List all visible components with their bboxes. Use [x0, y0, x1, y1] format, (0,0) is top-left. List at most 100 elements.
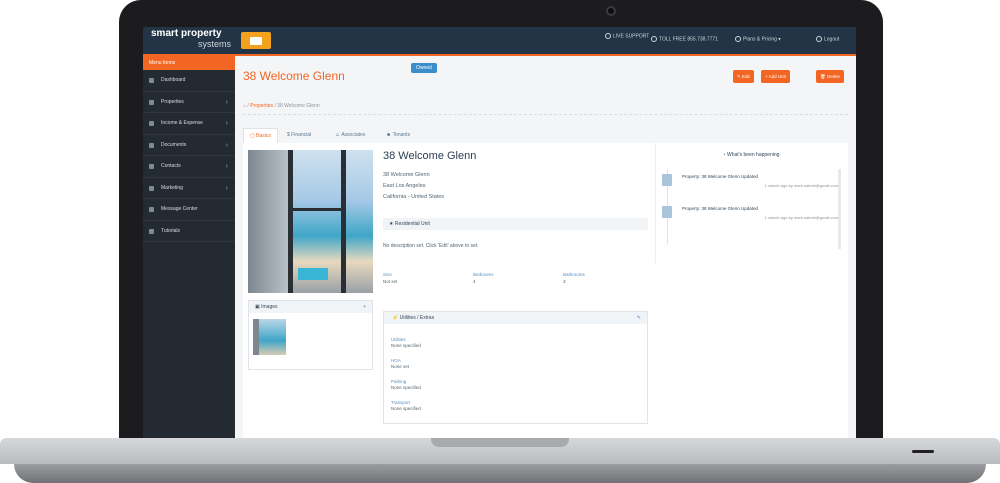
stat-label: Bathrooms	[563, 272, 585, 277]
tab-label: Associates	[341, 132, 366, 138]
building-icon	[149, 99, 154, 105]
laptop-base-top	[0, 438, 1000, 464]
sidebar-item-label: Documents	[161, 141, 187, 148]
activity-feed: ◔ What's been happening Property: 38 Wel…	[655, 143, 846, 263]
tutorial-icon	[149, 228, 154, 234]
images-panel: ▣ Images +	[248, 300, 373, 370]
breadcrumb: ⌂ / Properties / 38 Welcome Glenn	[243, 103, 320, 109]
plus-icon[interactable]: +	[363, 301, 366, 313]
dashboard-icon	[149, 78, 154, 83]
images-title: Images	[261, 304, 278, 310]
image-icon: ▣	[255, 304, 260, 310]
image-thumbnail[interactable]	[253, 319, 286, 355]
delete-button[interactable]: 🗑 Delete	[816, 70, 844, 83]
utility-utilities: Utilities None specified	[391, 337, 421, 348]
stat-bathrooms: Bathrooms 3	[563, 272, 585, 284]
edit-button[interactable]: ✎ Edit	[733, 70, 754, 83]
feed-item-sub: 1 minute ago by mark.sabela@gmail.com	[764, 183, 838, 188]
sidebar-item-income-expense[interactable]: Income & Expense ›	[143, 113, 235, 135]
photo-window-mullion	[293, 208, 341, 211]
logo-subtext: systems	[197, 39, 231, 49]
laptop-base	[0, 438, 1000, 483]
add-unit-button[interactable]: + Add Unit	[761, 70, 790, 83]
lightning-icon: ⚡	[392, 315, 399, 321]
sidebar-item-label: Tutorials	[161, 227, 180, 234]
feed-scrollbar[interactable]	[838, 169, 841, 249]
page-title: 38 Welcome Glenn	[243, 69, 345, 83]
unit-type-bar: ★ Residential Unit	[383, 218, 648, 230]
megaphone-icon	[149, 185, 154, 191]
stat-label: Size	[383, 272, 392, 277]
property-photo[interactable]	[248, 150, 373, 293]
utility-label: HOA	[391, 358, 401, 363]
tab-label: Tenants	[392, 132, 411, 138]
sidebar-item-label: Marketing	[161, 184, 183, 191]
utility-value: None specified	[391, 385, 421, 390]
sidebar-title: Menu Items	[143, 56, 235, 70]
sidebar-item-tutorials[interactable]: Tutorials	[143, 221, 235, 242]
utility-hoa: HOA None set	[391, 358, 409, 369]
stat-value: Not set	[383, 279, 398, 284]
camera-icon	[606, 6, 616, 16]
stat-value: 4	[473, 279, 476, 284]
logo[interactable]: smart property systems	[151, 28, 231, 50]
property-name: 38 Welcome Glenn	[383, 150, 477, 162]
utility-value: None set	[391, 364, 410, 369]
live-support-label: LIVE SUPPORT	[613, 33, 650, 40]
photo-pool	[298, 268, 328, 280]
tab-label: Financial	[291, 132, 312, 138]
sidebar-item-label: Contacts	[161, 163, 181, 169]
star-icon: ★	[389, 221, 394, 227]
stat-bedrooms: Bedrooms 4	[473, 272, 494, 284]
tab-bar: ▢ Basics $ Financial ☺ Associates ☻ Tena…	[243, 128, 848, 144]
utility-label: Transport	[391, 400, 411, 405]
sidebar-item-marketing[interactable]: Marketing ›	[143, 178, 235, 199]
headset-icon	[605, 33, 611, 39]
sidebar-item-message-center[interactable]: Message Center	[143, 199, 235, 221]
main-content: 38 Welcome Glenn Owned ✎ Edit + Add Unit…	[235, 56, 856, 439]
sidebar-item-documents[interactable]: Documents ›	[143, 135, 235, 156]
utility-value: None specified	[391, 406, 421, 411]
utility-parking: Parking None specified	[391, 379, 421, 390]
tab-tenants[interactable]: ☻ Tenants	[386, 128, 410, 143]
utilities-title: Utilities / Extras	[399, 315, 435, 321]
sidebar-item-label: Dashboard	[161, 77, 186, 83]
house-logo-icon	[241, 32, 271, 49]
home-icon[interactable]: ⌂	[243, 103, 246, 109]
contacts-icon	[149, 164, 154, 169]
feed-item-text: Property: 38 Welcome Glenn Updated	[682, 206, 758, 211]
utility-value: None specified	[391, 343, 421, 348]
app-screen: smart property systems LIVE SUPPORT TOLL…	[143, 27, 856, 439]
feed-title-text: What's been happening	[727, 152, 780, 158]
tab-associates[interactable]: ☺ Associates	[335, 128, 365, 143]
edit-label: Edit	[742, 74, 750, 79]
address-line1: 38 Welcome Glenn	[383, 172, 430, 178]
logout-link[interactable]: Logout	[816, 36, 839, 42]
phone-number: TOLL FREE 855.738.7771	[651, 36, 718, 42]
delete-label: Delete	[826, 74, 840, 79]
utilities-panel: ⚡ Utilities / Extras ✎ Utilities None spe…	[383, 311, 648, 424]
property-description: No description set. Click 'Edit' above t…	[383, 243, 479, 249]
chevron-right-icon: ›	[225, 98, 228, 106]
sidebar-item-properties[interactable]: Properties ›	[143, 92, 235, 113]
card-icon	[735, 36, 741, 42]
plans-pricing-link[interactable]: Plans & Pricing ▾	[735, 36, 781, 42]
tab-basics[interactable]: ▢ Basics	[243, 128, 278, 143]
document-icon	[149, 142, 154, 148]
photo-wall	[248, 150, 288, 293]
stat-value: 3	[563, 279, 566, 284]
sidebar-item-dashboard[interactable]: Dashboard	[143, 70, 235, 92]
tab-financial[interactable]: $ Financial	[287, 128, 311, 143]
breadcrumb-current: 38 Welcome Glenn	[277, 103, 320, 109]
sidebar-item-contacts[interactable]: Contacts ›	[143, 156, 235, 178]
utilities-header: ⚡ Utilities / Extras ✎	[384, 312, 647, 324]
breadcrumb-properties[interactable]: Properties	[250, 103, 273, 109]
logo-text: smart property	[151, 28, 222, 39]
address-line3: California - United States	[383, 194, 445, 200]
images-panel-header: ▣ Images +	[249, 301, 372, 313]
edit-icon[interactable]: ✎	[637, 312, 641, 324]
feed-item-text: Property: 38 Welcome Glenn Updated	[682, 174, 758, 179]
live-support-link[interactable]: LIVE SUPPORT	[605, 33, 649, 39]
feed-item-sub: 1 minute ago by mark.sabela@gmail.com	[764, 215, 838, 220]
divider	[243, 114, 848, 115]
